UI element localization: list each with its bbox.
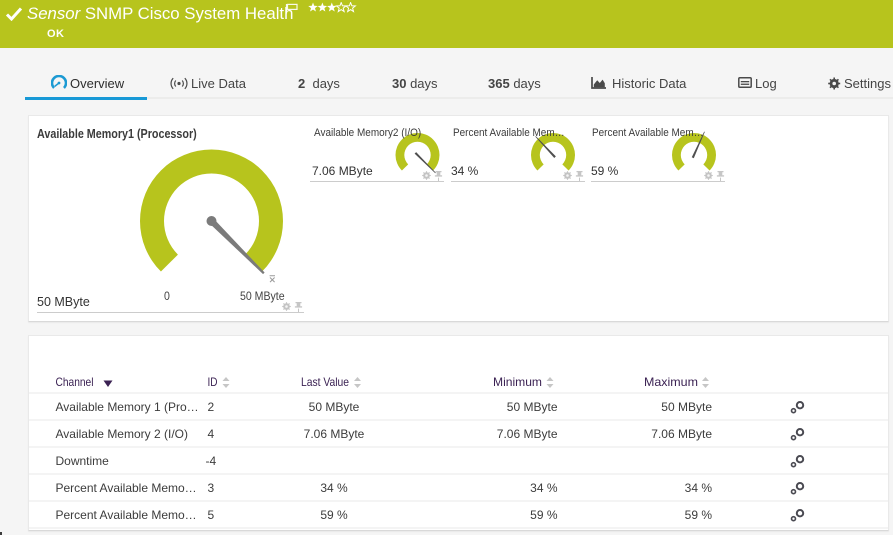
svg-text:7.06 MByte: 7.06 MByte — [304, 427, 365, 441]
svg-text:7.06 MByte: 7.06 MByte — [497, 427, 558, 441]
svg-text:-4: -4 — [206, 454, 217, 468]
svg-text:Maximum: Maximum — [644, 375, 698, 389]
svg-text:3: 3 — [208, 481, 215, 495]
svg-text:ID: ID — [208, 375, 218, 389]
svg-text:2: 2 — [208, 400, 215, 414]
svg-text:4: 4 — [208, 427, 215, 441]
svg-text:Available Memory 2 (I/O): Available Memory 2 (I/O) — [56, 427, 189, 441]
svg-text:7.06 MByte: 7.06 MByte — [651, 427, 712, 441]
svg-text:59 %: 59 % — [685, 508, 713, 522]
svg-text:34 %: 34 % — [320, 481, 348, 495]
svg-text:Percent Available Memo…: Percent Available Memo… — [56, 481, 197, 495]
svg-text:Downtime: Downtime — [56, 454, 110, 468]
svg-text:59 %: 59 % — [320, 508, 348, 522]
svg-text:Available Memory 1 (Pro…: Available Memory 1 (Pro… — [56, 400, 199, 414]
svg-text:59 %: 59 % — [530, 508, 558, 522]
svg-text:5: 5 — [208, 508, 215, 522]
svg-text:Channel: Channel — [56, 375, 94, 389]
svg-text:50 MByte: 50 MByte — [661, 400, 712, 414]
svg-text:50 MByte: 50 MByte — [309, 400, 360, 414]
svg-text:34 %: 34 % — [685, 481, 713, 495]
svg-text:34 %: 34 % — [530, 481, 558, 495]
svg-text:Last Value: Last Value — [301, 375, 349, 389]
svg-text:Minimum: Minimum — [493, 375, 542, 389]
svg-text:50 MByte: 50 MByte — [507, 400, 558, 414]
svg-text:Percent Available Memo…: Percent Available Memo… — [56, 508, 197, 522]
